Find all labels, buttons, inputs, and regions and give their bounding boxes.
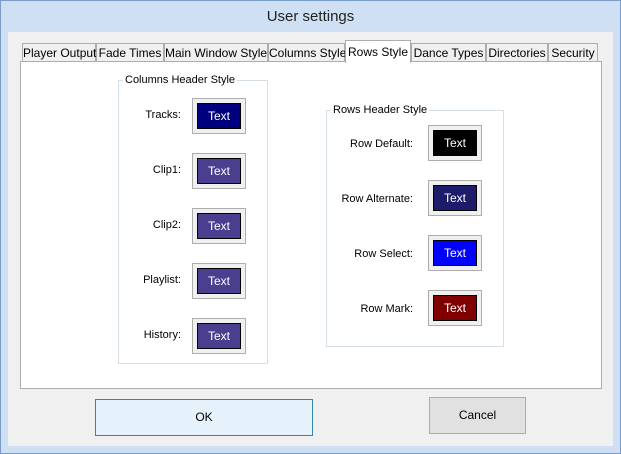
row-mark-label: Row Mark: [360,303,413,315]
ok-button[interactable]: OK [95,399,313,436]
rows-header-style-title: Rows Header Style [333,104,428,116]
dialog-client-area: Player Output Fade Times Main Window Sty… [8,32,613,446]
row-select-color-button[interactable]: Text [428,235,482,271]
history-color-sample: Text [197,323,241,349]
clip1-label: Clip1: [152,164,181,176]
row-default-color-sample: Text [433,130,477,156]
tab-rows-style[interactable]: Rows Style [345,40,411,63]
tab-player-output[interactable]: Player Output [22,43,96,62]
clip2-color-button[interactable]: Text [192,208,246,244]
row-mark-color-sample: Text [433,295,477,321]
history-label: History: [143,329,181,341]
playlist-color-button[interactable]: Text [192,263,246,299]
tracks-color-button[interactable]: Text [192,98,246,134]
tab-directories[interactable]: Directories [486,43,548,62]
window-title: User settings [1,1,620,32]
cancel-button[interactable]: Cancel [429,397,526,434]
user-settings-window: User settings Player Output Fade Times M… [0,0,621,454]
row-mark-color-button[interactable]: Text [428,290,482,326]
row-default-color-button[interactable]: Text [428,125,482,161]
clip2-label: Clip2: [152,219,181,231]
clip2-color-sample: Text [197,213,241,239]
tracks-color-sample: Text [197,103,241,129]
playlist-color-sample: Text [197,268,241,294]
row-default-label: Row Default: [350,138,413,150]
row-alternate-label: Row Alternate: [341,193,413,205]
row-alternate-color-button[interactable]: Text [428,180,482,216]
tab-security[interactable]: Security [548,43,598,62]
tracks-label: Tracks: [145,109,181,121]
history-color-button[interactable]: Text [192,318,246,354]
row-alternate-color-sample: Text [433,185,477,211]
tab-fade-times[interactable]: Fade Times [96,43,164,62]
tab-main-window-style[interactable]: Main Window Style [164,43,268,62]
tab-columns-style[interactable]: Columns Style [268,43,346,62]
rows-style-tab-page: Columns Header Style Tracks: Text Clip1:… [20,61,602,389]
columns-header-style-title: Columns Header Style [125,74,236,86]
playlist-label: Playlist: [143,274,181,286]
clip1-color-sample: Text [197,158,241,184]
tab-dance-types[interactable]: Dance Types [411,43,486,62]
row-select-label: Row Select: [354,248,413,260]
clip1-color-button[interactable]: Text [192,153,246,189]
row-select-color-sample: Text [433,240,477,266]
